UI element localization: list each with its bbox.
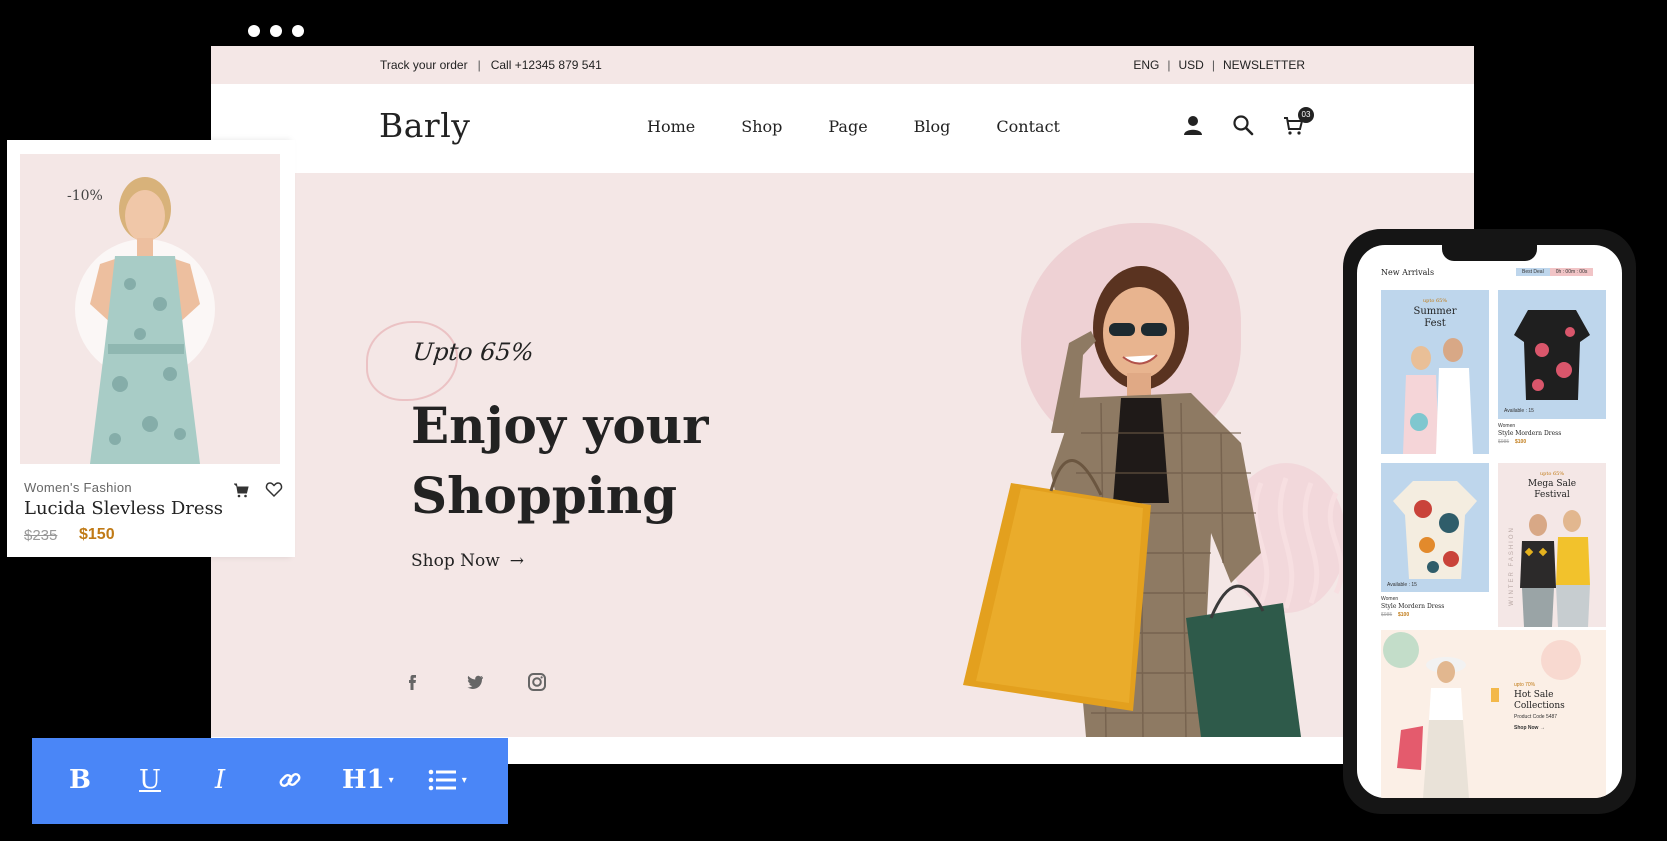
summer-models-image — [1403, 338, 1473, 454]
language-selector[interactable]: ENG — [1133, 58, 1159, 72]
phone-screen: New Arrivals Best Deal 0h : 00m : 00s up… — [1357, 245, 1622, 798]
tile-price: $100 — [1515, 439, 1527, 445]
track-order-link[interactable]: Track your order — [380, 58, 468, 72]
bold-icon[interactable]: B — [62, 762, 98, 798]
product-category: Women's Fashion — [24, 480, 132, 495]
browser-window: Track your order | Call +12345 879 541 E… — [211, 46, 1474, 764]
hero-model-image — [963, 266, 1301, 737]
search-icon[interactable] — [1232, 114, 1256, 138]
deal-label: Best Deal — [1516, 268, 1550, 276]
underline-icon[interactable]: U — [132, 762, 168, 798]
hero-title-line1: Enjoy your — [411, 396, 709, 455]
tile-category: Women — [1498, 423, 1516, 429]
deal-countdown: 0h : 00m : 00s — [1549, 268, 1594, 276]
separator: | — [477, 58, 481, 72]
nav-menu: Home Shop Page Blog Contact — [647, 117, 1060, 136]
phone-mockup: New Arrivals Best Deal 0h : 00m : 00s up… — [1343, 229, 1636, 814]
italic-icon[interactable]: I — [202, 762, 238, 798]
hero-title: Enjoy your Shopping — [411, 391, 708, 531]
nav-shop[interactable]: Shop — [741, 117, 782, 136]
hawaiian-shirt-tile[interactable]: Available : 15 — [1381, 463, 1489, 592]
phone-notch — [1442, 245, 1537, 261]
link-icon[interactable] — [272, 762, 308, 798]
summer-fest-tile[interactable]: upto 65% Summer Fest — [1381, 290, 1489, 454]
product-card[interactable]: -10% Women's Fashion Lucida Slevless Dre… — [7, 140, 295, 557]
window-dot[interactable] — [270, 25, 282, 37]
tile-product-name[interactable]: Style Mordern Dress — [1381, 603, 1444, 610]
banner-shop-now[interactable]: Shop Now → — [1514, 725, 1545, 731]
separator: | — [1211, 58, 1215, 72]
arrow-right-icon: → — [509, 551, 525, 571]
list-dropdown[interactable]: ▾ — [428, 762, 467, 798]
stock-available: Available : 15 — [1387, 582, 1417, 588]
new-arrivals-title: New Arrivals — [1381, 268, 1435, 277]
nav-contact[interactable]: Contact — [996, 117, 1060, 136]
cart-icon[interactable]: 03 — [1282, 107, 1314, 138]
wishlist-heart-icon[interactable] — [265, 480, 283, 498]
tile-old-price: $985 — [1498, 439, 1510, 445]
main-nav: Barly Home Shop Page Blog Contact 03 — [211, 84, 1474, 173]
chevron-down-icon: ▾ — [461, 774, 467, 786]
product-image[interactable]: -10% — [20, 154, 280, 464]
mega-sale-models-image — [1520, 510, 1590, 627]
add-to-cart-icon[interactable] — [233, 482, 249, 498]
user-icon[interactable] — [1182, 114, 1206, 138]
promo-text: Upto 65% — [411, 338, 536, 366]
nav-page[interactable]: Page — [828, 117, 867, 136]
nav-blog[interactable]: Blog — [914, 117, 951, 136]
newsletter-link[interactable]: NEWSLETTER — [1223, 58, 1305, 72]
product-old-price: $235 — [24, 527, 58, 544]
floral-top-tile[interactable]: Available : 15 — [1498, 290, 1606, 419]
floral-top-image — [1514, 310, 1590, 400]
tile-price: $100 — [1398, 612, 1410, 618]
shop-now-button[interactable]: Shop Now → — [411, 551, 524, 571]
discount-badge: -10% — [67, 188, 103, 204]
tile-old-price: $985 — [1381, 612, 1393, 618]
tile-category: Women — [1381, 596, 1399, 602]
heading-dropdown[interactable]: H1 ▾ — [342, 762, 394, 798]
hero-banner: Upto 65% Enjoy your Shopping Shop Now → — [211, 173, 1474, 737]
window-controls — [248, 25, 304, 37]
hot-sale-banner[interactable]: upto 70% Hot Sale Collections Product Co… — [1381, 630, 1606, 798]
top-bar: Track your order | Call +12345 879 541 E… — [211, 46, 1474, 84]
window-dot[interactable] — [248, 25, 260, 37]
tile-product-name[interactable]: Style Mordern Dress — [1498, 430, 1561, 437]
banner-title-line2: Collections — [1514, 701, 1565, 711]
instagram-icon[interactable] — [526, 671, 548, 693]
separator: | — [1167, 58, 1171, 72]
text-editor-toolbar: B U I H1 ▾ ▾ — [32, 738, 508, 824]
product-title[interactable]: Lucida Slevless Dress — [24, 498, 223, 519]
social-links — [402, 671, 548, 693]
phone-number: Call +12345 879 541 — [490, 58, 602, 72]
hot-sale-model-image — [1383, 632, 1581, 798]
banner-title-line1: Hot Sale — [1514, 690, 1554, 700]
banner-promo: upto 70% — [1514, 682, 1536, 688]
floral-shirt-image — [1393, 481, 1477, 579]
dress-model-image — [75, 177, 215, 464]
stock-available: Available : 15 — [1504, 408, 1534, 414]
hero-title-line2: Shopping — [411, 466, 678, 525]
mega-sale-tile[interactable]: upto 65% Mega Sale Festival WINTER FASHI… — [1498, 463, 1606, 627]
banner-product-code: Product Code 5487 — [1514, 714, 1558, 720]
product-price: $150 — [79, 526, 115, 543]
chevron-down-icon: ▾ — [388, 774, 394, 786]
cart-count-badge: 03 — [1298, 107, 1314, 123]
twitter-icon[interactable] — [464, 671, 486, 693]
list-icon — [428, 769, 456, 791]
site-logo[interactable]: Barly — [379, 106, 470, 145]
heading-icon: H1 — [342, 765, 385, 795]
window-dot[interactable] — [292, 25, 304, 37]
currency-selector[interactable]: USD — [1179, 58, 1204, 72]
shop-now-label: Shop Now — [411, 551, 500, 571]
nav-home[interactable]: Home — [647, 117, 695, 136]
best-deal-timer: Best Deal 0h : 00m : 00s — [1516, 268, 1594, 276]
facebook-icon[interactable] — [402, 671, 424, 693]
